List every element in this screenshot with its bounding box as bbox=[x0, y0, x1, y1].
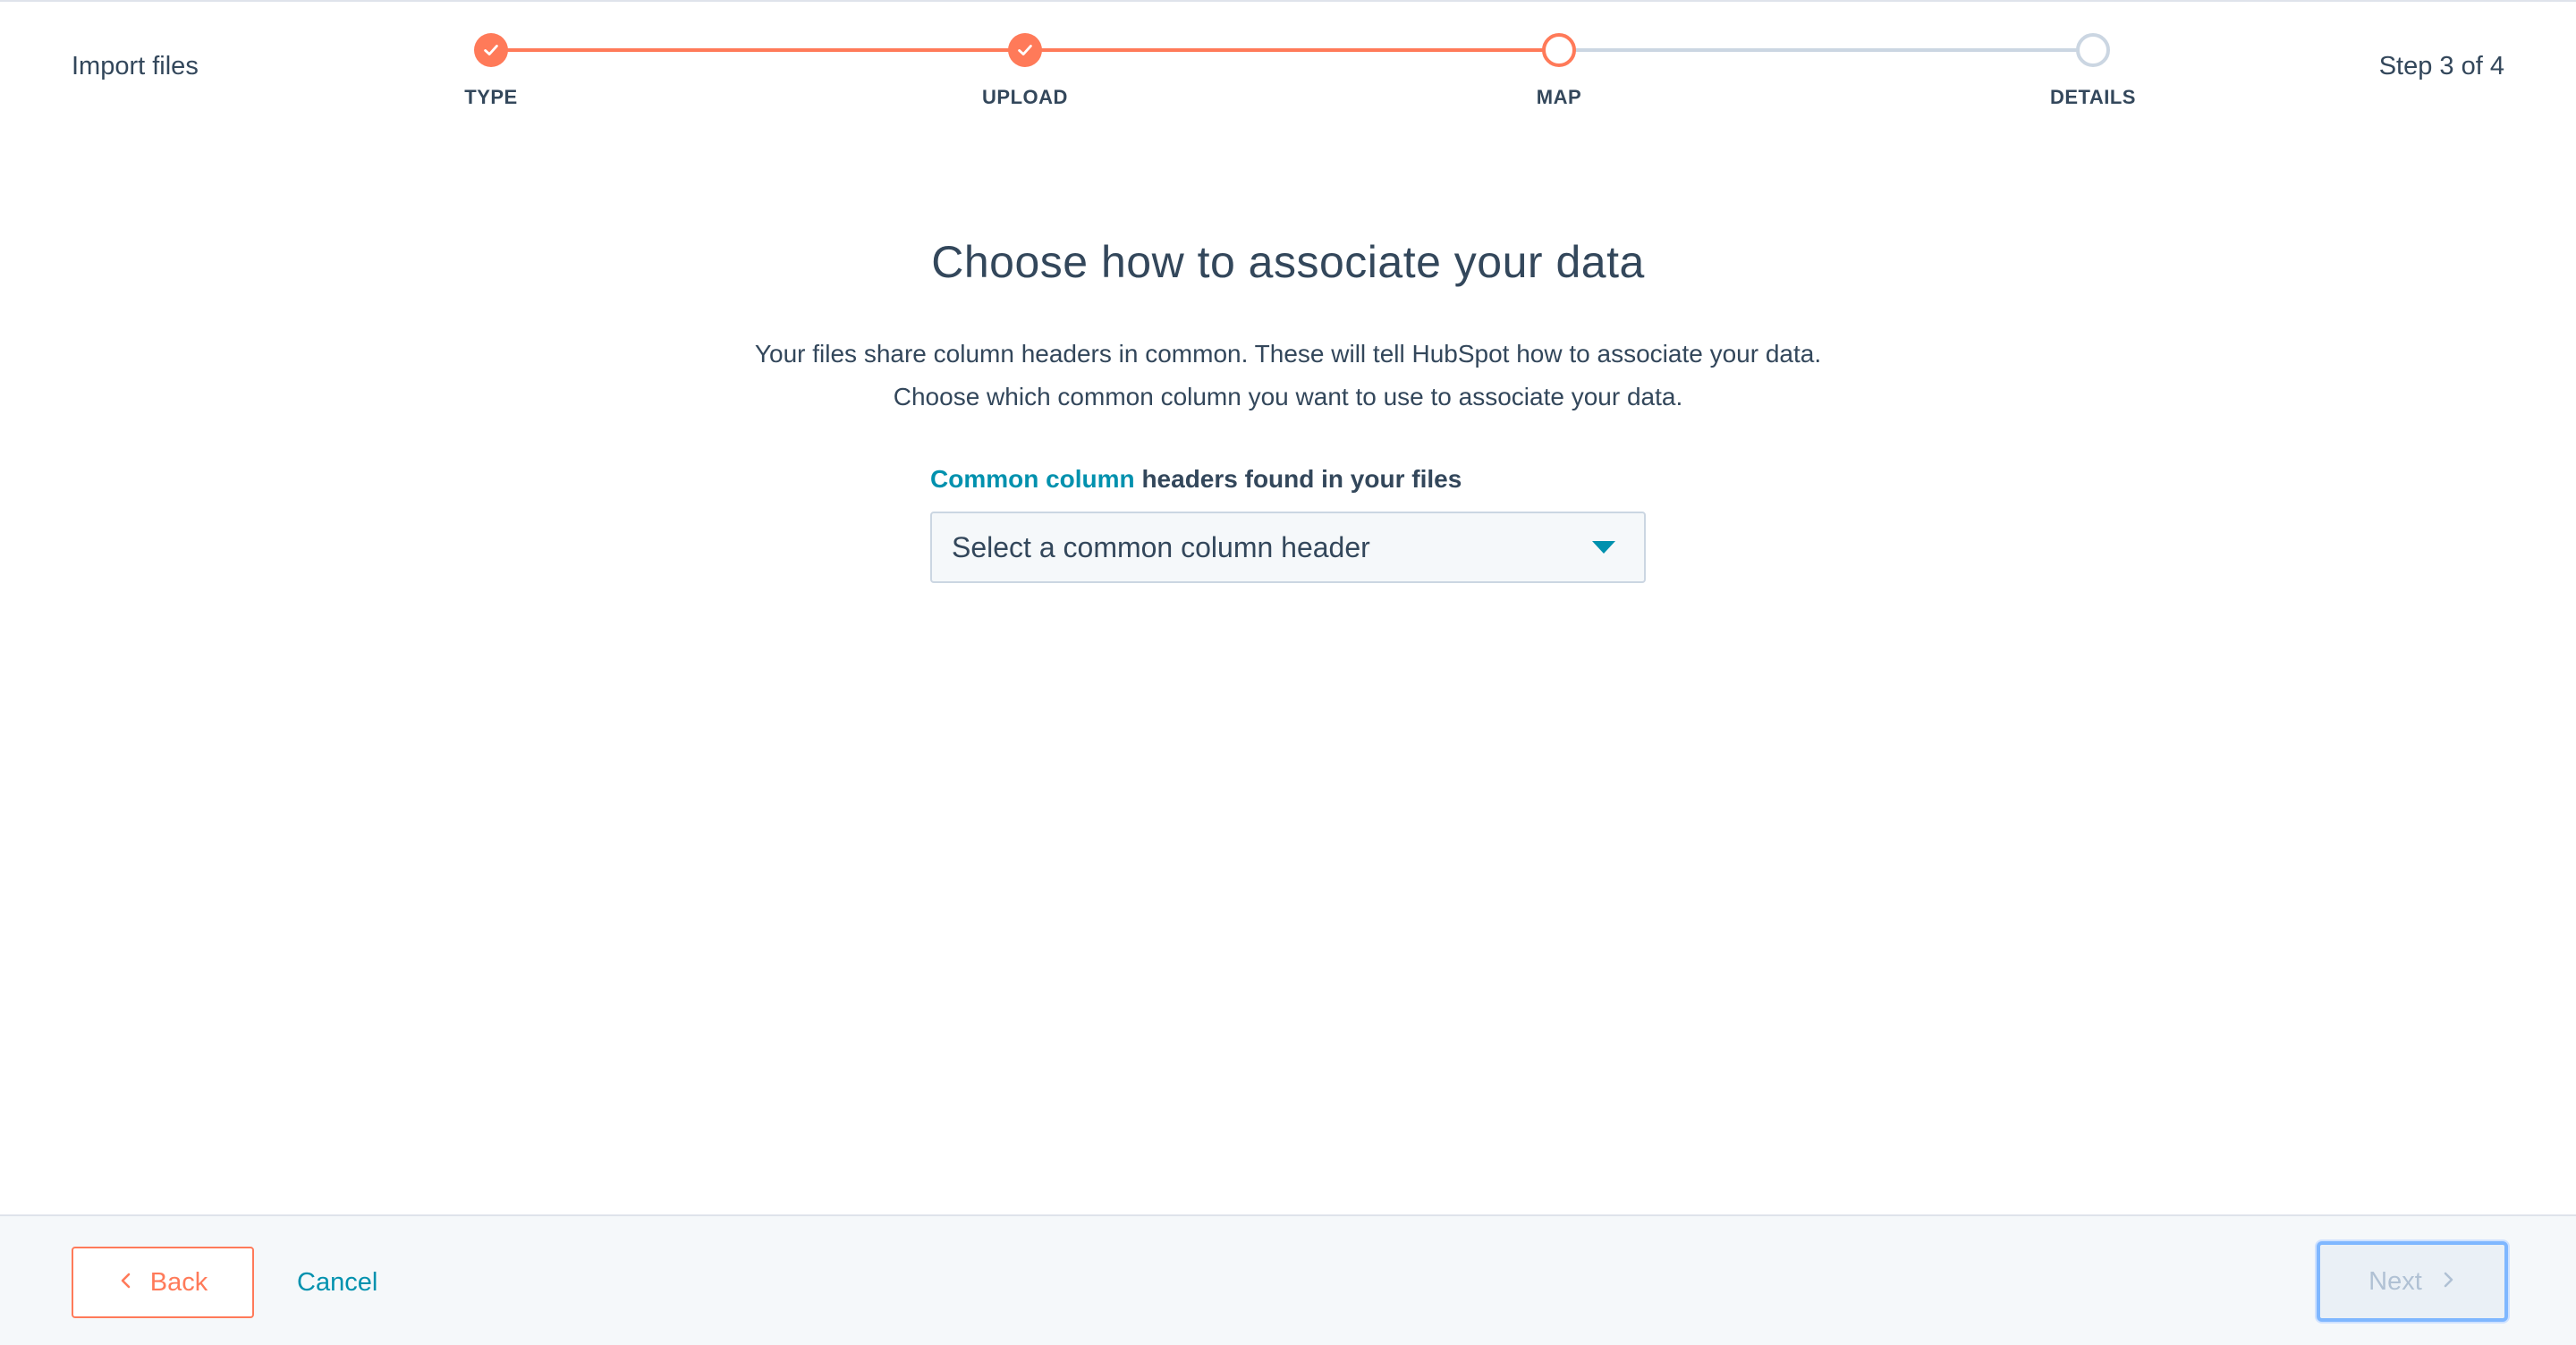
stepper-track-pending bbox=[1559, 48, 2093, 52]
progress-stepper: TYPE UPLOAD MAP DETAILS bbox=[0, 0, 2576, 125]
common-column-select[interactable]: Select a common column header bbox=[930, 512, 1646, 583]
caret-down-icon bbox=[1592, 541, 1615, 554]
main-heading: Choose how to associate your data bbox=[931, 236, 1645, 287]
step-details-dot bbox=[2076, 33, 2110, 67]
description-text: Your files share column headers in commo… bbox=[754, 340, 1822, 410]
back-button[interactable]: Back bbox=[72, 1247, 254, 1318]
step-map-dot bbox=[1542, 33, 1576, 67]
common-column-link[interactable]: Common column bbox=[930, 465, 1135, 493]
select-placeholder: Select a common column header bbox=[952, 530, 1370, 563]
common-column-label: Common column headers found in your file… bbox=[930, 465, 1462, 494]
step-type-check-icon bbox=[474, 33, 508, 67]
common-column-label-text: headers found in your files bbox=[1134, 465, 1462, 493]
chevron-right-icon bbox=[2440, 1267, 2456, 1297]
step-upload-check-icon bbox=[1008, 33, 1042, 67]
footer-bar: Back Cancel Next bbox=[0, 1214, 2576, 1345]
step-label-map: MAP bbox=[1536, 86, 1582, 108]
stepper-track-completed-2 bbox=[1025, 48, 1559, 52]
stepper-track-completed-1 bbox=[491, 48, 1025, 52]
step-label-type: TYPE bbox=[464, 86, 518, 108]
next-button-label: Next bbox=[2368, 1266, 2422, 1296]
chevron-left-icon bbox=[118, 1268, 134, 1298]
step-label-upload: UPLOAD bbox=[982, 86, 1068, 108]
back-button-label: Back bbox=[149, 1267, 208, 1297]
step-label-details: DETAILS bbox=[2050, 86, 2136, 108]
next-button[interactable]: Next bbox=[2317, 1241, 2508, 1322]
cancel-link[interactable]: Cancel bbox=[297, 1268, 377, 1298]
